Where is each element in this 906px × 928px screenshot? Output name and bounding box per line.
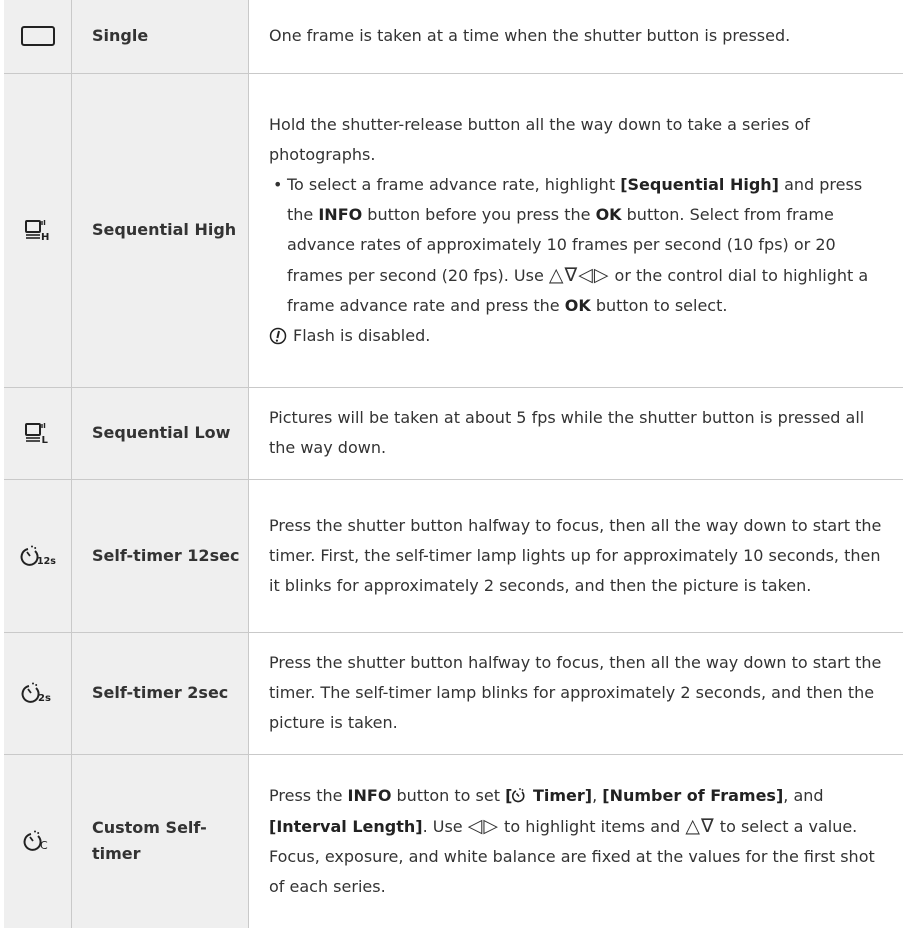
mode-name: Self-timer 12sec (71, 478, 249, 633)
table-row: H Sequential High Hold the shutter-relea… (4, 72, 903, 388)
icon-cell (4, 0, 72, 74)
svg-text:C: C (40, 839, 48, 852)
sequential-low-icon: L (24, 423, 48, 444)
mode-name: Sequential Low (71, 386, 249, 480)
icon-cell: C (4, 753, 72, 928)
intro-text: Hold the shutter-release button all the … (269, 114, 810, 164)
left-right-arrows-icon: ◁▷ (467, 814, 499, 837)
svg-text:L: L (41, 435, 48, 444)
caution-note: Flash is disabled. (269, 321, 885, 351)
mode-description: Press the shutter button halfway to focu… (248, 478, 903, 633)
mode-description: One frame is taken at a time when the sh… (248, 0, 903, 74)
table-row: 12s Self-timer 12sec Press the shutter b… (4, 478, 903, 633)
caution-icon (269, 327, 287, 344)
icon-cell: 2s (4, 631, 72, 755)
mode-description: Hold the shutter-release button all the … (248, 72, 903, 388)
arrow-keys-icon: △∇◁▷ (548, 263, 610, 286)
svg-text:12s: 12s (37, 556, 56, 567)
up-down-arrows-icon: △∇ (685, 814, 715, 837)
mode-name: Sequential High (71, 72, 249, 388)
single-frame-icon (20, 26, 55, 47)
sequential-high-icon: H (24, 220, 49, 241)
svg-text:2s: 2s (38, 693, 51, 704)
bullet-list: To select a frame advance rate, highligh… (269, 170, 885, 321)
svg-text:H: H (41, 232, 49, 241)
mode-description: Press the INFO button to set [ Timer], [… (248, 753, 903, 928)
table-row: Single One frame is taken at a time when… (4, 0, 903, 74)
custom-self-timer-icon: C (23, 830, 48, 852)
self-timer-icon (512, 787, 525, 803)
mode-name: Self-timer 2sec (71, 631, 249, 755)
icon-cell: L (4, 386, 72, 480)
self-timer-2s-icon: 2s (21, 682, 51, 704)
table-row: C Custom Self-timer Press the INFO butto… (4, 753, 903, 928)
mode-description: Pictures will be taken at about 5 fps wh… (248, 386, 903, 480)
list-item: To select a frame advance rate, highligh… (273, 170, 885, 321)
mode-description: Press the shutter button halfway to focu… (248, 631, 903, 755)
table-row: L Sequential Low Pictures will be taken … (4, 386, 903, 480)
mode-name: Custom Self-timer (71, 753, 249, 928)
self-timer-12s-icon: 12s (20, 545, 56, 567)
caution-text: Flash is disabled. (293, 325, 431, 345)
icon-cell: H (4, 72, 72, 388)
icon-cell: 12s (4, 478, 72, 633)
drive-mode-table: Single One frame is taken at a time when… (4, 0, 903, 928)
mode-name: Single (71, 0, 249, 74)
table-row: 2s Self-timer 2sec Press the shutter but… (4, 631, 903, 755)
